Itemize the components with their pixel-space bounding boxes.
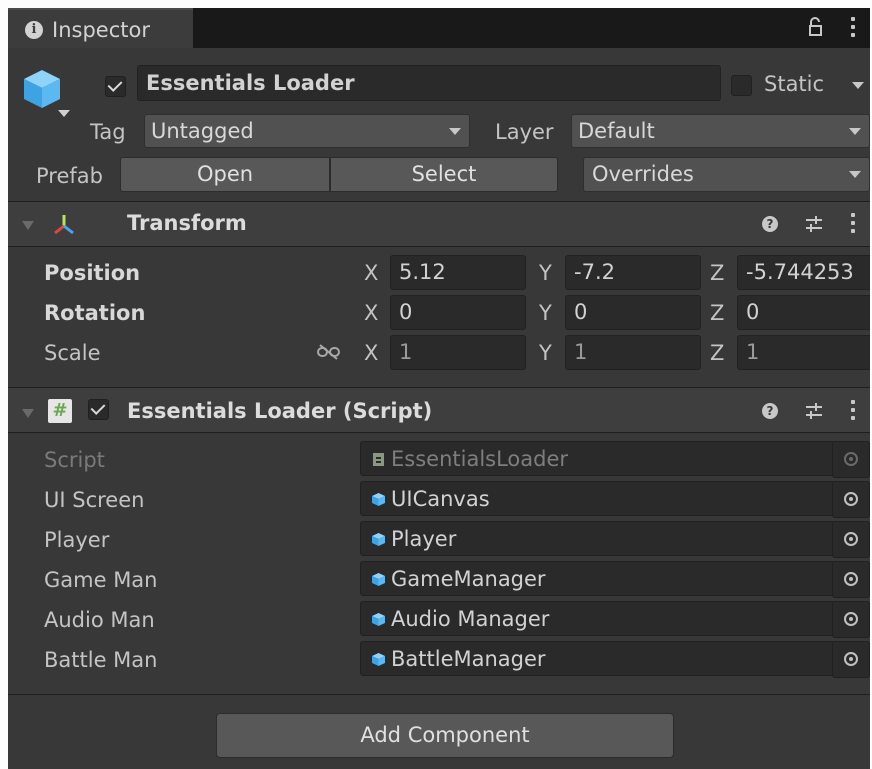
field-label: Audio Man (44, 608, 155, 632)
tab-inspector[interactable]: i Inspector (8, 8, 193, 48)
scale-x-input[interactable]: 1 (390, 335, 526, 370)
tag-dropdown[interactable]: Untagged (144, 114, 470, 148)
component-menu-icon[interactable] (850, 213, 856, 235)
scale-z-input[interactable]: 1 (737, 335, 870, 370)
reference-value: BattleManager (391, 647, 546, 671)
static-checkbox[interactable] (731, 75, 752, 96)
foldout-arrow-icon[interactable] (22, 409, 34, 418)
prefab-overrides-dropdown[interactable]: Overrides (583, 157, 870, 192)
inspector-window: i Inspector Essentials Loader Static Tag… (8, 8, 870, 769)
transform-icon (54, 215, 74, 235)
layer-label: Layer (495, 120, 554, 144)
scale-y-axis[interactable]: Y (539, 341, 552, 365)
icon-dropdown-arrow[interactable] (58, 110, 70, 117)
reference-value: Audio Manager (391, 607, 550, 631)
field-label: UI Screen (44, 488, 145, 512)
script-reference-field: EssentialsLoader (360, 441, 870, 478)
object-name-input[interactable]: Essentials Loader (137, 65, 721, 101)
tag-value: Untagged (151, 119, 254, 143)
lock-icon[interactable] (808, 16, 824, 38)
position-x-axis[interactable]: X (364, 261, 378, 285)
presets-icon[interactable] (804, 215, 824, 233)
object-picker-icon[interactable] (832, 561, 870, 598)
chevron-down-icon (449, 128, 461, 135)
position-z-axis[interactable]: Z (710, 261, 724, 285)
tab-bar: i Inspector (8, 8, 870, 48)
position-y-axis[interactable]: Y (539, 261, 552, 285)
script-file-icon (373, 453, 384, 466)
help-icon[interactable]: ? (762, 216, 778, 232)
script-component-title: Essentials Loader (Script) (127, 399, 433, 423)
rotation-x-input[interactable]: 0 (390, 295, 526, 330)
prefab-cube-icon (372, 613, 385, 626)
script-enabled-checkbox[interactable] (88, 399, 109, 420)
scale-x-axis[interactable]: X (364, 341, 378, 365)
constrain-proportions-icon[interactable] (316, 344, 342, 360)
chevron-down-icon (849, 171, 861, 178)
object-picker-icon[interactable] (832, 481, 870, 518)
help-icon[interactable]: ? (762, 403, 778, 419)
reference-value: UICanvas (391, 487, 490, 511)
object-picker-icon[interactable] (832, 601, 870, 638)
field-label: Game Man (44, 568, 158, 592)
audio-man-reference-field[interactable]: Audio Manager (360, 601, 870, 638)
rotation-z-axis[interactable]: Z (710, 301, 724, 325)
player-reference-field[interactable]: Player (360, 521, 870, 558)
foldout-arrow-icon[interactable] (22, 221, 34, 230)
divider (8, 246, 870, 247)
field-label: Player (44, 528, 110, 552)
tab-menu-icon[interactable] (850, 17, 856, 39)
script-reference-value: EssentialsLoader (391, 447, 569, 471)
divider (8, 694, 870, 695)
rotation-label: Rotation (44, 301, 146, 325)
chevron-down-icon (849, 128, 861, 135)
tab-label: Inspector (52, 18, 150, 42)
layer-dropdown[interactable]: Default (571, 114, 870, 148)
object-picker-icon (832, 441, 870, 478)
prefab-cube-icon (372, 493, 385, 506)
position-x-input[interactable]: 5.12 (390, 255, 526, 290)
scale-y-input[interactable]: 1 (565, 335, 701, 370)
object-picker-icon[interactable] (832, 641, 870, 678)
field-label: Battle Man (44, 648, 158, 672)
tag-label: Tag (90, 120, 126, 144)
rotation-z-input[interactable]: 0 (737, 295, 870, 330)
divider (8, 432, 870, 433)
reference-value: Player (391, 527, 457, 551)
static-dropdown-arrow[interactable] (852, 82, 864, 89)
prefab-cube-icon (372, 533, 385, 546)
gameobject-cube-icon (24, 70, 60, 108)
component-menu-icon[interactable] (850, 400, 856, 422)
static-label: Static (764, 72, 825, 96)
game-man-reference-field[interactable]: GameManager (360, 561, 870, 598)
layer-value: Default (578, 119, 655, 143)
add-component-button[interactable]: Add Component (216, 713, 674, 758)
rotation-y-input[interactable]: 0 (565, 295, 701, 330)
reference-value: GameManager (391, 567, 546, 591)
rotation-y-axis[interactable]: Y (539, 301, 552, 325)
active-checkbox[interactable] (105, 76, 126, 97)
transform-header[interactable]: Transform ? (8, 202, 870, 246)
position-y-input[interactable]: -7.2 (565, 255, 701, 290)
script-component-header[interactable]: # Essentials Loader (Script) ? (8, 388, 870, 432)
scale-z-axis[interactable]: Z (710, 341, 724, 365)
rotation-x-axis[interactable]: X (364, 301, 378, 325)
info-icon: i (25, 21, 43, 39)
script-hash-icon: # (48, 399, 72, 423)
position-label: Position (44, 261, 141, 285)
object-picker-icon[interactable] (832, 521, 870, 558)
prefab-cube-icon (372, 653, 385, 666)
presets-icon[interactable] (804, 402, 824, 420)
prefab-cube-icon (372, 573, 385, 586)
prefab-select-button[interactable]: Select (330, 157, 558, 192)
position-z-input[interactable]: -5.744253 (737, 255, 870, 290)
scale-label: Scale (44, 341, 101, 365)
battle-man-reference-field[interactable]: BattleManager (360, 641, 870, 678)
overrides-label: Overrides (592, 162, 694, 186)
prefab-label: Prefab (36, 164, 103, 188)
script-field-label: Script (44, 448, 105, 472)
transform-title: Transform (127, 211, 247, 235)
prefab-open-button[interactable]: Open (120, 157, 330, 192)
ui-screen-reference-field[interactable]: UICanvas (360, 481, 870, 518)
